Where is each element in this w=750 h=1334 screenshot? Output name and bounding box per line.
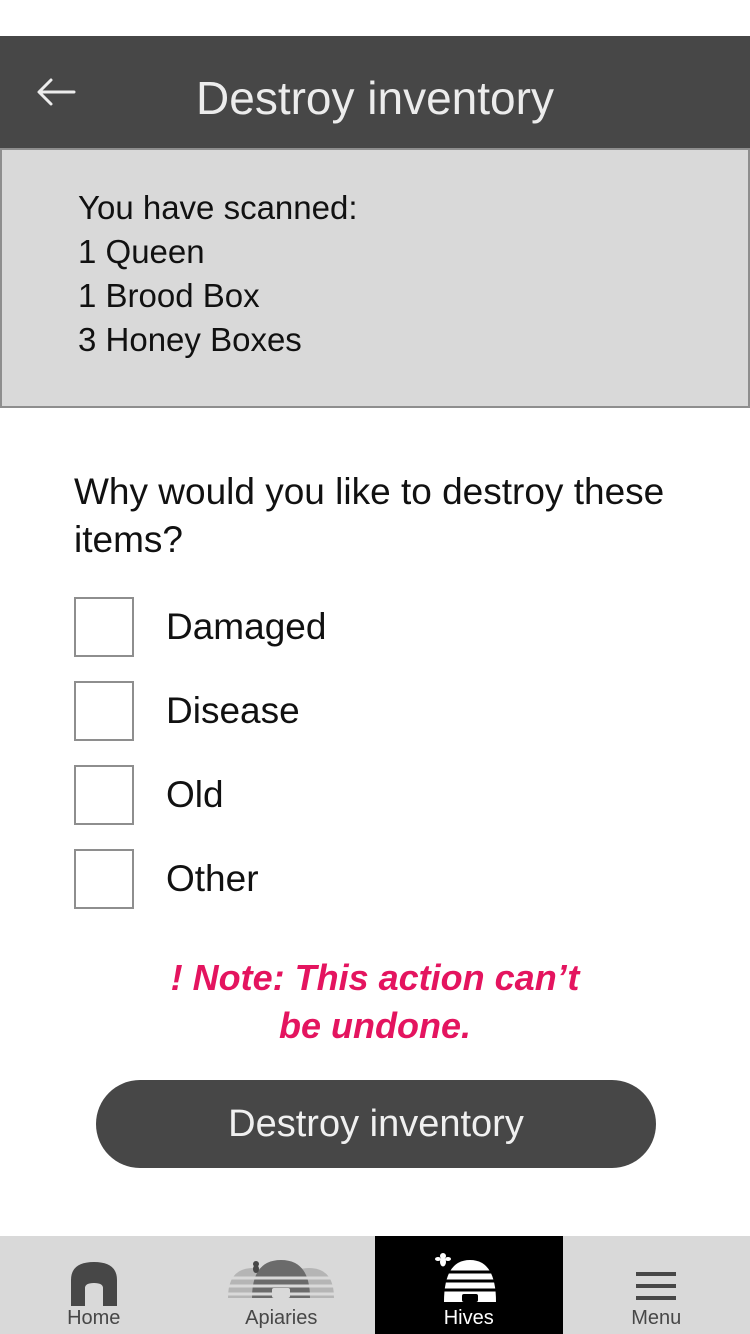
option-disease[interactable]: Disease	[74, 681, 634, 741]
disease-checkbox[interactable]	[74, 681, 134, 741]
scanned-summary-panel: You have scanned: 1 Queen 1 Brood Box 3 …	[0, 148, 750, 408]
apiaries-icon	[188, 1246, 376, 1306]
app-header: Destroy inventory	[0, 36, 750, 148]
tab-label: Home	[67, 1307, 121, 1329]
undo-warning: ! Note: This action can’t be undone.	[100, 954, 650, 1050]
tab-hives[interactable]: Hives	[375, 1236, 563, 1334]
old-checkbox[interactable]	[74, 765, 134, 825]
tab-apiaries[interactable]: Apiaries	[188, 1236, 376, 1334]
destroy-inventory-button[interactable]: Destroy inventory	[96, 1080, 656, 1168]
hive-icon	[375, 1246, 563, 1306]
bottom-tab-bar: Home Apiaries Hives Menu	[0, 1236, 750, 1334]
summary-item: 3 Honey Boxes	[78, 321, 302, 358]
tab-label: Menu	[631, 1307, 682, 1329]
option-damaged[interactable]: Damaged	[74, 597, 634, 657]
tab-home[interactable]: Home	[0, 1236, 188, 1334]
summary-item: 1 Queen	[78, 233, 205, 270]
option-label: Disease	[166, 690, 300, 731]
option-old[interactable]: Old	[74, 765, 634, 825]
menu-icon	[563, 1246, 750, 1306]
option-label: Damaged	[166, 606, 327, 647]
summary-heading: You have scanned:	[78, 189, 358, 226]
scanned-summary-text: You have scanned: 1 Queen 1 Brood Box 3 …	[78, 186, 358, 362]
home-icon	[0, 1246, 188, 1306]
summary-item: 1 Brood Box	[78, 277, 260, 314]
option-label: Old	[166, 774, 224, 815]
reason-question: Why would you like to destroy these item…	[74, 471, 665, 560]
tab-label: Hives	[443, 1307, 494, 1329]
damaged-checkbox[interactable]	[74, 597, 134, 657]
tab-menu[interactable]: Menu	[563, 1236, 750, 1334]
status-bar	[0, 0, 750, 36]
warning-line: ! Note: This action can’t	[170, 957, 580, 998]
option-other[interactable]: Other	[74, 849, 634, 909]
page-title: Destroy inventory	[196, 72, 554, 124]
tab-label: Apiaries	[245, 1307, 318, 1329]
option-label: Other	[166, 858, 259, 899]
other-checkbox[interactable]	[74, 849, 134, 909]
warning-line: be undone.	[279, 1005, 471, 1046]
